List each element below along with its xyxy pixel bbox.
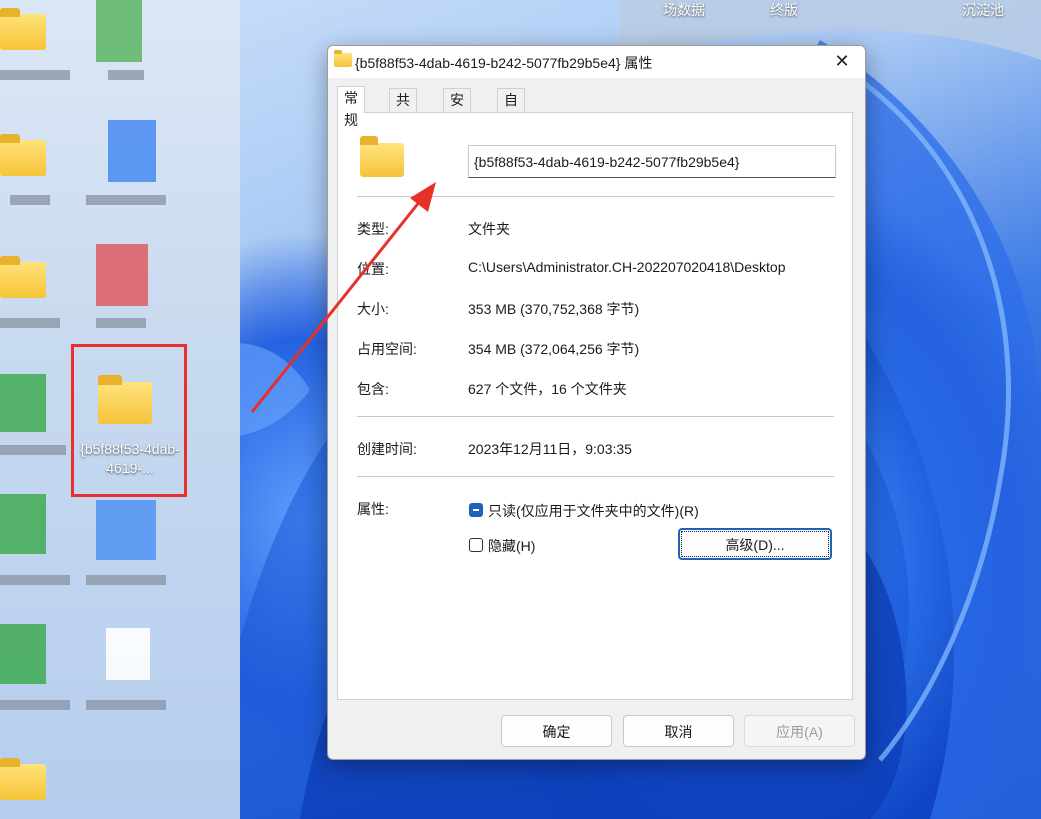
annotation-arrow xyxy=(250,182,436,413)
arrow-shaft xyxy=(250,195,426,413)
tab-general[interactable]: 常规 xyxy=(337,86,365,128)
